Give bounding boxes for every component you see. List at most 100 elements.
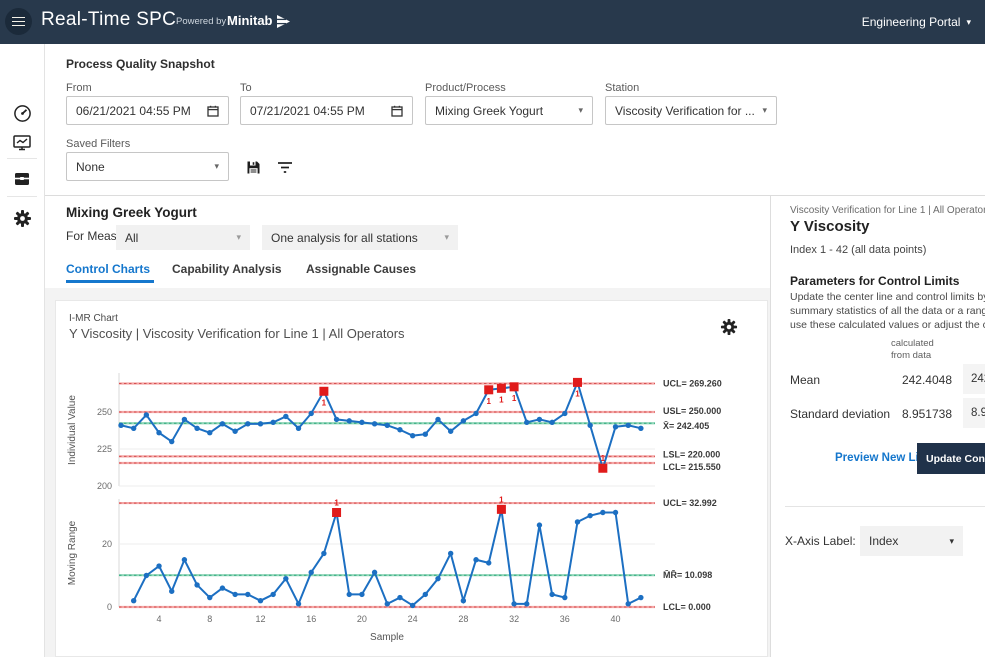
svg-text:36: 36 <box>560 614 570 624</box>
saved-filters-label: Saved Filters <box>66 138 130 150</box>
chevron-down-icon: ▾ <box>578 105 583 116</box>
portal-dropdown[interactable]: Engineering Portal ▾ <box>862 15 971 29</box>
svg-text:200: 200 <box>97 481 112 491</box>
stdev-adjusted-input[interactable] <box>963 398 985 428</box>
panel-title: Y Viscosity <box>790 218 870 235</box>
index-range-note: Index 1 - 42 (all data points) <box>790 244 926 256</box>
hamburger-bars <box>12 14 25 28</box>
svg-text:16: 16 <box>306 614 316 624</box>
app-title: Real-Time SPC <box>41 9 176 31</box>
svg-text:LCL= 0.000: LCL= 0.000 <box>663 602 711 612</box>
section-title: Process Quality Snapshot <box>66 57 215 71</box>
toolbox-icon[interactable] <box>11 167 33 189</box>
xaxis-label: X-Axis Label: <box>785 534 856 548</box>
product-process-select[interactable]: Mixing Greek Yogurt ▾ <box>425 96 593 125</box>
svg-text:UCL= 269.260: UCL= 269.260 <box>663 378 722 388</box>
svg-text:1: 1 <box>601 454 606 463</box>
svg-text:1: 1 <box>512 394 517 403</box>
parameters-description-line: use these calculated values or adjust th… <box>790 319 985 331</box>
chevron-down-icon: ▾ <box>949 536 954 547</box>
svg-text:20: 20 <box>102 539 112 549</box>
brand-name: Minitab <box>227 13 273 28</box>
svg-text:24: 24 <box>408 614 418 624</box>
mean-calculated-value: 242.4048 <box>867 373 952 387</box>
to-date-input[interactable]: 07/21/2021 04:55 PM <box>240 96 413 125</box>
update-control-limits-button[interactable]: Update Control Limits <box>917 443 985 474</box>
hamburger-menu-icon[interactable] <box>5 8 32 35</box>
chart-title: Y Viscosity | Viscosity Verification for… <box>69 326 405 341</box>
svg-text:1: 1 <box>486 397 491 406</box>
panel-divider <box>785 506 985 507</box>
svg-text:20: 20 <box>357 614 367 624</box>
sidebar-divider <box>7 196 37 197</box>
chevron-down-icon: ▾ <box>444 232 449 243</box>
save-filter-button[interactable] <box>242 156 264 178</box>
xaxis-select[interactable]: Index ▾ <box>860 526 963 556</box>
svg-text:X̄= 242.405: X̄= 242.405 <box>663 421 709 431</box>
svg-text:M̄R̄= 10.098: M̄R̄= 10.098 <box>663 570 712 580</box>
filter-list-button[interactable] <box>274 156 296 178</box>
station-label: Station <box>605 82 639 94</box>
station-select[interactable]: Viscosity Verification for ... ▾ <box>605 96 777 125</box>
from-date-value: 06/21/2021 04:55 PM <box>76 104 207 118</box>
portal-label: Engineering Portal <box>862 15 961 29</box>
svg-text:1: 1 <box>322 398 327 407</box>
gauge-dashboard-icon[interactable] <box>11 102 33 124</box>
svg-text:250: 250 <box>97 407 112 417</box>
to-label: To <box>240 82 252 94</box>
chart-settings-gear-icon[interactable] <box>720 318 740 338</box>
filter-bar: Process Quality Snapshot From 06/21/2021… <box>45 44 985 196</box>
svg-text:Individual Value: Individual Value <box>67 395 78 465</box>
floppy-disk-icon <box>246 160 261 175</box>
active-tab-underline <box>66 280 154 283</box>
mean-adjusted-input[interactable] <box>963 364 985 394</box>
from-date-input[interactable]: 06/21/2021 04:55 PM <box>66 96 229 125</box>
svg-text:8: 8 <box>207 614 212 624</box>
main-content: Mixing Greek Yogurt For Measure: All ▾ O… <box>45 196 771 657</box>
from-label: From <box>66 82 92 94</box>
svg-text:4: 4 <box>157 614 162 624</box>
chevron-down-icon: ▾ <box>214 161 219 172</box>
sidebar-divider <box>7 158 37 159</box>
svg-text:1: 1 <box>499 495 504 504</box>
app-header: Real-Time SPC Powered by Minitab Enginee… <box>0 0 985 44</box>
panel-subtitle: Viscosity Verification for Line 1 | All … <box>790 205 985 216</box>
svg-text:1: 1 <box>575 389 580 398</box>
saved-filters-value: None <box>76 160 214 174</box>
calculated-column-header: calculated <box>891 338 934 349</box>
product-process-value: Mixing Greek Yogurt <box>435 104 578 118</box>
tab-assignable-causes[interactable]: Assignable Causes <box>306 262 416 276</box>
parameters-description-line: Update the center line and control limit… <box>790 291 985 303</box>
tab-control-charts[interactable]: Control Charts <box>66 262 150 276</box>
filter-icon <box>277 160 293 174</box>
svg-text:0: 0 <box>107 602 112 612</box>
analysis-mode-select[interactable]: One analysis for all stations ▾ <box>262 225 458 250</box>
svg-text:28: 28 <box>458 614 468 624</box>
minitab-logo-icon <box>276 15 291 28</box>
left-sidebar <box>0 44 45 657</box>
parameters-heading: Parameters for Control Limits <box>790 274 959 288</box>
svg-text:40: 40 <box>611 614 621 624</box>
powered-by-label: Powered by <box>176 16 226 27</box>
chevron-down-icon: ▾ <box>762 105 767 116</box>
analysis-mode-value: One analysis for all stations <box>271 231 444 245</box>
chevron-down-icon: ▾ <box>966 17 971 27</box>
chevron-down-icon: ▾ <box>236 232 241 243</box>
svg-text:LCL= 215.550: LCL= 215.550 <box>663 462 721 472</box>
settings-gear-icon[interactable] <box>11 207 33 229</box>
imr-chart-card: I-MR Chart Y Viscosity | Viscosity Verif… <box>55 300 768 657</box>
saved-filters-select[interactable]: None ▾ <box>66 152 229 181</box>
stdev-calculated-value: 8.951738 <box>867 407 952 421</box>
imr-control-chart: 200225250111111UCL= 269.260USL= 250.000X… <box>61 359 766 656</box>
svg-text:USL= 250.000: USL= 250.000 <box>663 406 721 416</box>
parameters-description-line: summary statistics of all the data or a … <box>790 305 985 317</box>
svg-text:32: 32 <box>509 614 519 624</box>
station-value: Viscosity Verification for ... <box>615 104 762 118</box>
to-date-value: 07/21/2021 04:55 PM <box>250 104 391 118</box>
mean-label: Mean <box>790 373 820 387</box>
calendar-icon <box>391 105 403 117</box>
measure-value: All <box>125 231 236 245</box>
measure-select[interactable]: All ▾ <box>116 225 250 250</box>
tab-capability-analysis[interactable]: Capability Analysis <box>172 262 282 276</box>
monitor-chart-icon[interactable] <box>11 131 33 153</box>
